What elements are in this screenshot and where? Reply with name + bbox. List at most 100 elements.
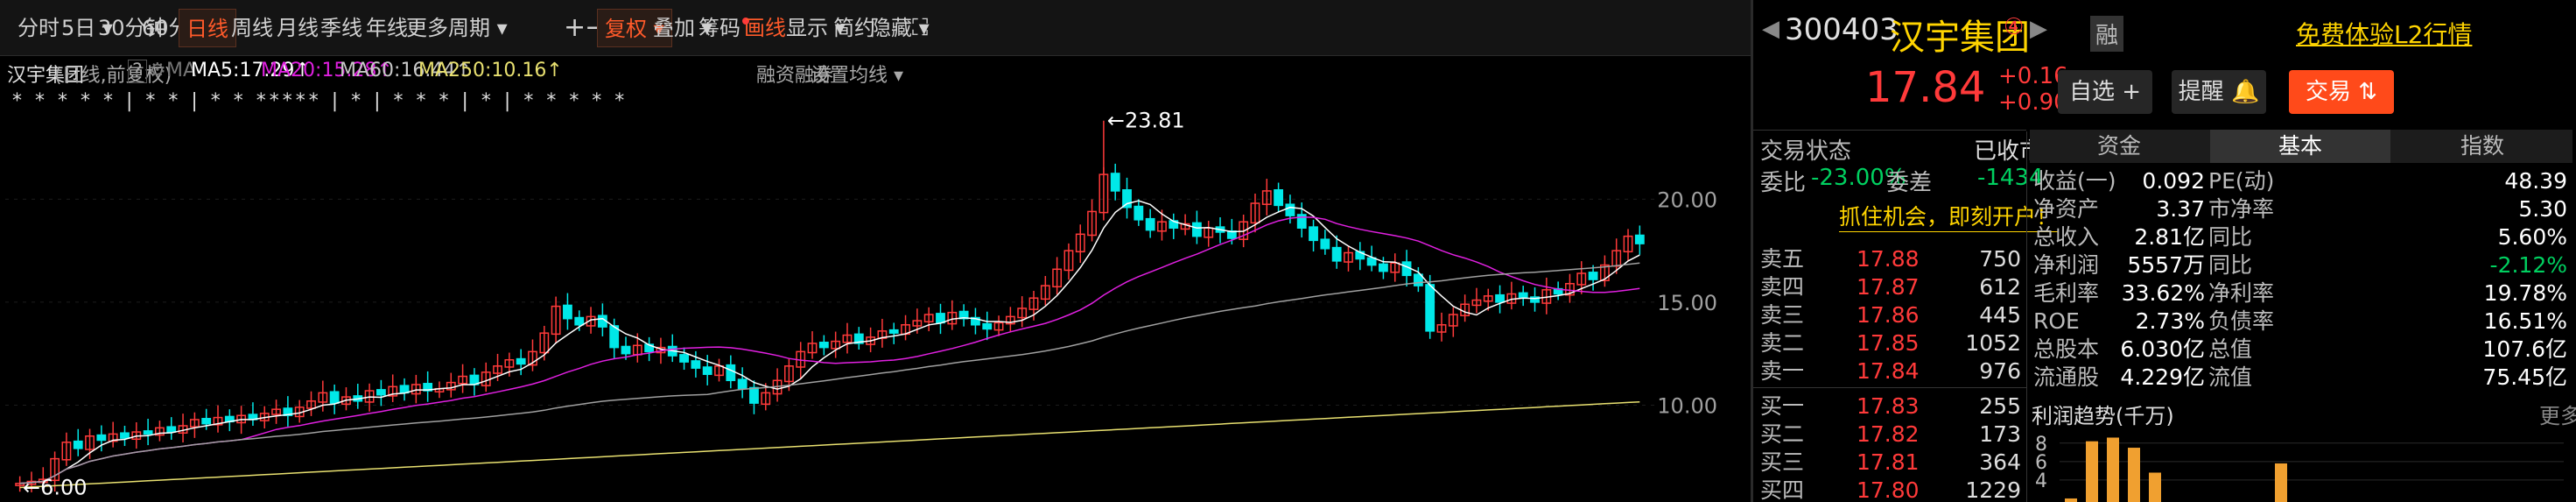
bid-row: 买一 17.83 255: [1753, 392, 2026, 421]
candle: [1634, 234, 1645, 244]
candle: [702, 366, 712, 375]
y-tick-label: 20.00: [1657, 187, 1717, 212]
trade-status-label: 交易状态: [1760, 138, 1852, 165]
fund-label: 收益(一): [2033, 168, 2116, 194]
ask-row: 卖五 17.88 750: [1753, 245, 2026, 273]
more-link[interactable]: 更多: [2539, 399, 2576, 429]
candle: [1145, 217, 1155, 231]
more-periods-label: 更多周期: [406, 16, 490, 40]
fund-value: 2.81亿: [2134, 224, 2205, 250]
tab-capital[interactable]: 资金: [2030, 130, 2208, 163]
book-level-label: 买二: [1760, 421, 1805, 447]
candle: [982, 322, 993, 330]
candle: [1588, 272, 1598, 280]
alert-button[interactable]: 提醒 🔔: [2172, 70, 2266, 114]
y-tick-label: 15.00: [1657, 291, 1717, 315]
help-icon[interactable]: ?: [128, 60, 147, 83]
candle: [1379, 263, 1388, 272]
high-price-label: ←23.81: [1107, 109, 1185, 133]
ma5-line: [19, 200, 1640, 484]
candle: [516, 357, 526, 365]
alert-label: 提醒: [2178, 79, 2224, 105]
set-ma-link[interactable]: 设置均线 ▾: [811, 60, 903, 88]
next-stock-icon[interactable]: ▶: [2030, 16, 2047, 42]
ask-row: 卖三 17.86 445: [1753, 301, 2026, 329]
book-volume: 1229: [1965, 477, 2021, 502]
fuquan-label: 复权: [605, 17, 647, 41]
book-level-label: 卖五: [1760, 246, 1805, 272]
quote-panel: ◀ 300403 汉宇集团 ④ ▶ 融 免费体验L2行情 17.84 +0.16…: [1753, 0, 2576, 502]
book-volume: 364: [1979, 449, 2021, 475]
candle: [691, 360, 701, 369]
fund-label: 流通股: [2033, 364, 2100, 390]
fund-value: 16.51%: [2483, 308, 2567, 334]
ask-row: 卖一 17.84 976: [1753, 357, 2026, 385]
l2-trial-link[interactable]: 免费体验L2行情: [2296, 16, 2472, 51]
ma250-label: MA250:10.16↑: [418, 60, 563, 81]
candle: [1309, 226, 1318, 242]
book-volume: 173: [1979, 421, 2021, 447]
add-watchlist-button[interactable]: 自选 +: [2058, 70, 2152, 114]
book-level-label: 卖四: [1760, 274, 1805, 300]
open-account-promo[interactable]: 抓住机会，即刻开户！: [1839, 200, 2059, 232]
divider-vertical: [2026, 131, 2027, 502]
candle: [621, 345, 631, 355]
tab-index[interactable]: 指数: [2392, 130, 2572, 163]
overlay-label: 叠加: [653, 16, 695, 40]
y-tick-label: 10.00: [1657, 393, 1717, 418]
candle: [888, 329, 899, 334]
fund-value: 19.78%: [2483, 280, 2567, 306]
profit-trend-title: 利润趋势(千万): [2032, 404, 2174, 428]
book-price: 17.85: [1857, 330, 1920, 356]
display-label: 显示: [786, 16, 828, 40]
book-separator: [1753, 387, 2026, 388]
book-volume: 976: [1979, 358, 2021, 384]
book-level-label: 卖三: [1760, 302, 1805, 328]
book-price: 17.88: [1857, 246, 1920, 272]
fund-value: -2.12%: [2489, 252, 2567, 278]
wc-label: 委差: [1886, 170, 1933, 196]
book-price: 17.80: [1857, 477, 1920, 502]
tab-basic[interactable]: 基本: [2210, 130, 2390, 163]
candle: [96, 434, 107, 442]
fund-value: 4.229亿: [2120, 364, 2205, 390]
candle: [201, 418, 212, 425]
fund-value: 5557万: [2127, 252, 2205, 278]
book-volume: 612: [1979, 274, 2021, 300]
trade-button[interactable]: 交易 ⇅: [2289, 70, 2394, 114]
expand-icon[interactable]: ⛶: [905, 9, 935, 47]
more-periods[interactable]: 更多周期 ▾: [399, 9, 515, 47]
fund-value: 75.45亿: [2482, 364, 2567, 390]
book-level-label: 卖二: [1760, 330, 1805, 356]
book-level-label: 卖一: [1760, 358, 1805, 384]
book-level-label: 买四: [1760, 477, 1805, 502]
ma60-line: [19, 262, 1640, 484]
event-markers: * * * * * | * * | * * ***** | * | * * * …: [12, 90, 628, 112]
fund-label: 负债率: [2208, 308, 2275, 334]
book-volume: 445: [1979, 302, 2021, 328]
candle: [143, 430, 153, 435]
last-price: 17.84: [1865, 63, 1986, 112]
fund-value: 107.6亿: [2482, 336, 2567, 362]
fund-label: 总收入: [2033, 224, 2100, 250]
candle: [1122, 189, 1132, 209]
book-volume: 750: [1979, 246, 2021, 272]
ma20-line: [19, 216, 1640, 484]
bid-row: 买二 17.82 173: [1753, 421, 2026, 449]
fund-tabs: 资金 基本 指数: [2030, 130, 2572, 163]
ma250-value: MA250:10.16: [418, 60, 547, 81]
candle: [376, 389, 386, 396]
fund-value: 6.030亿: [2120, 336, 2205, 362]
divider-line: [1753, 130, 2026, 131]
candle: [1274, 189, 1284, 207]
prev-stock-icon[interactable]: ◀: [1762, 16, 1779, 42]
book-price: 17.81: [1857, 449, 1920, 475]
candle: [1110, 173, 1120, 192]
settings-gear-icon[interactable]: ⚙: [149, 60, 166, 81]
profit-trend-chart: 864: [2035, 434, 2564, 502]
candle: [574, 316, 585, 326]
fund-value: 5.60%: [2497, 224, 2567, 250]
candle: [329, 391, 340, 404]
fund-value: 5.30: [2518, 196, 2567, 222]
kline-chart[interactable]: 10.00 15.00 20.00 * * * * * | * * | * * ***…: [0, 86, 1751, 502]
